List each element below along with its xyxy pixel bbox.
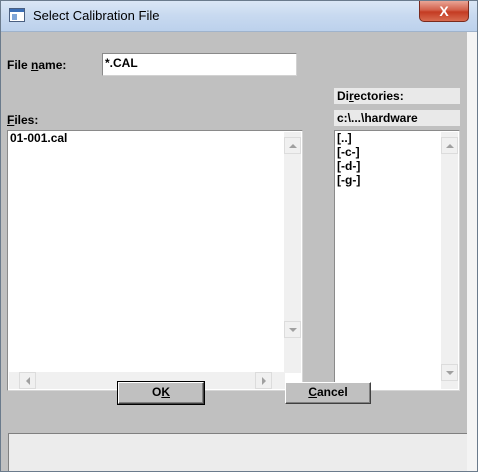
- directories-listbox[interactable]: [..] [-c-] [-d-] [-g-]: [334, 130, 460, 391]
- files-scroll-right-button[interactable]: [255, 372, 272, 389]
- current-directory-path: c:\...\hardware: [334, 110, 460, 126]
- scroll-up-arrow-icon: [289, 144, 297, 148]
- cancel-button[interactable]: Cancel: [285, 382, 371, 404]
- directories-vertical-scrollbar[interactable]: [441, 132, 458, 389]
- window-edge: [467, 32, 477, 471]
- dialog-body: File name: *.CAL Directories: Files: c:\…: [1, 32, 467, 425]
- status-bar: [8, 433, 467, 471]
- file-item[interactable]: 01-001.cal: [8, 131, 302, 145]
- files-vertical-scrollbar[interactable]: [284, 132, 301, 373]
- window-title: Select Calibration File: [33, 8, 160, 23]
- file-name-label: File name:: [7, 58, 67, 72]
- close-icon: X: [439, 3, 449, 19]
- file-name-input[interactable]: *.CAL: [102, 53, 297, 76]
- scroll-up-arrow-icon: [446, 144, 454, 148]
- scroll-down-arrow-icon: [289, 328, 297, 332]
- files-listbox[interactable]: 01-001.cal: [7, 130, 303, 391]
- scroll-left-arrow-icon: [26, 377, 30, 385]
- directories-label: Directories:: [334, 88, 460, 104]
- directories-scroll-down-button[interactable]: [441, 364, 458, 381]
- dialog-window: Select Calibration File X File name: *.C…: [0, 0, 478, 472]
- files-label: Files:: [7, 113, 39, 127]
- files-scroll-down-button[interactable]: [284, 321, 301, 338]
- scroll-right-arrow-icon: [262, 377, 266, 385]
- files-scroll-up-button[interactable]: [284, 137, 301, 154]
- files-scroll-left-button[interactable]: [19, 372, 36, 389]
- file-name-value: *.CAL: [105, 56, 138, 70]
- window-icon[interactable]: [9, 8, 25, 22]
- title-bar[interactable]: Select Calibration File X: [1, 1, 477, 32]
- directories-scroll-up-button[interactable]: [441, 137, 458, 154]
- close-button[interactable]: X: [419, 1, 469, 22]
- ok-button[interactable]: OK: [117, 381, 205, 405]
- status-area: [1, 425, 467, 471]
- scroll-down-arrow-icon: [446, 371, 454, 375]
